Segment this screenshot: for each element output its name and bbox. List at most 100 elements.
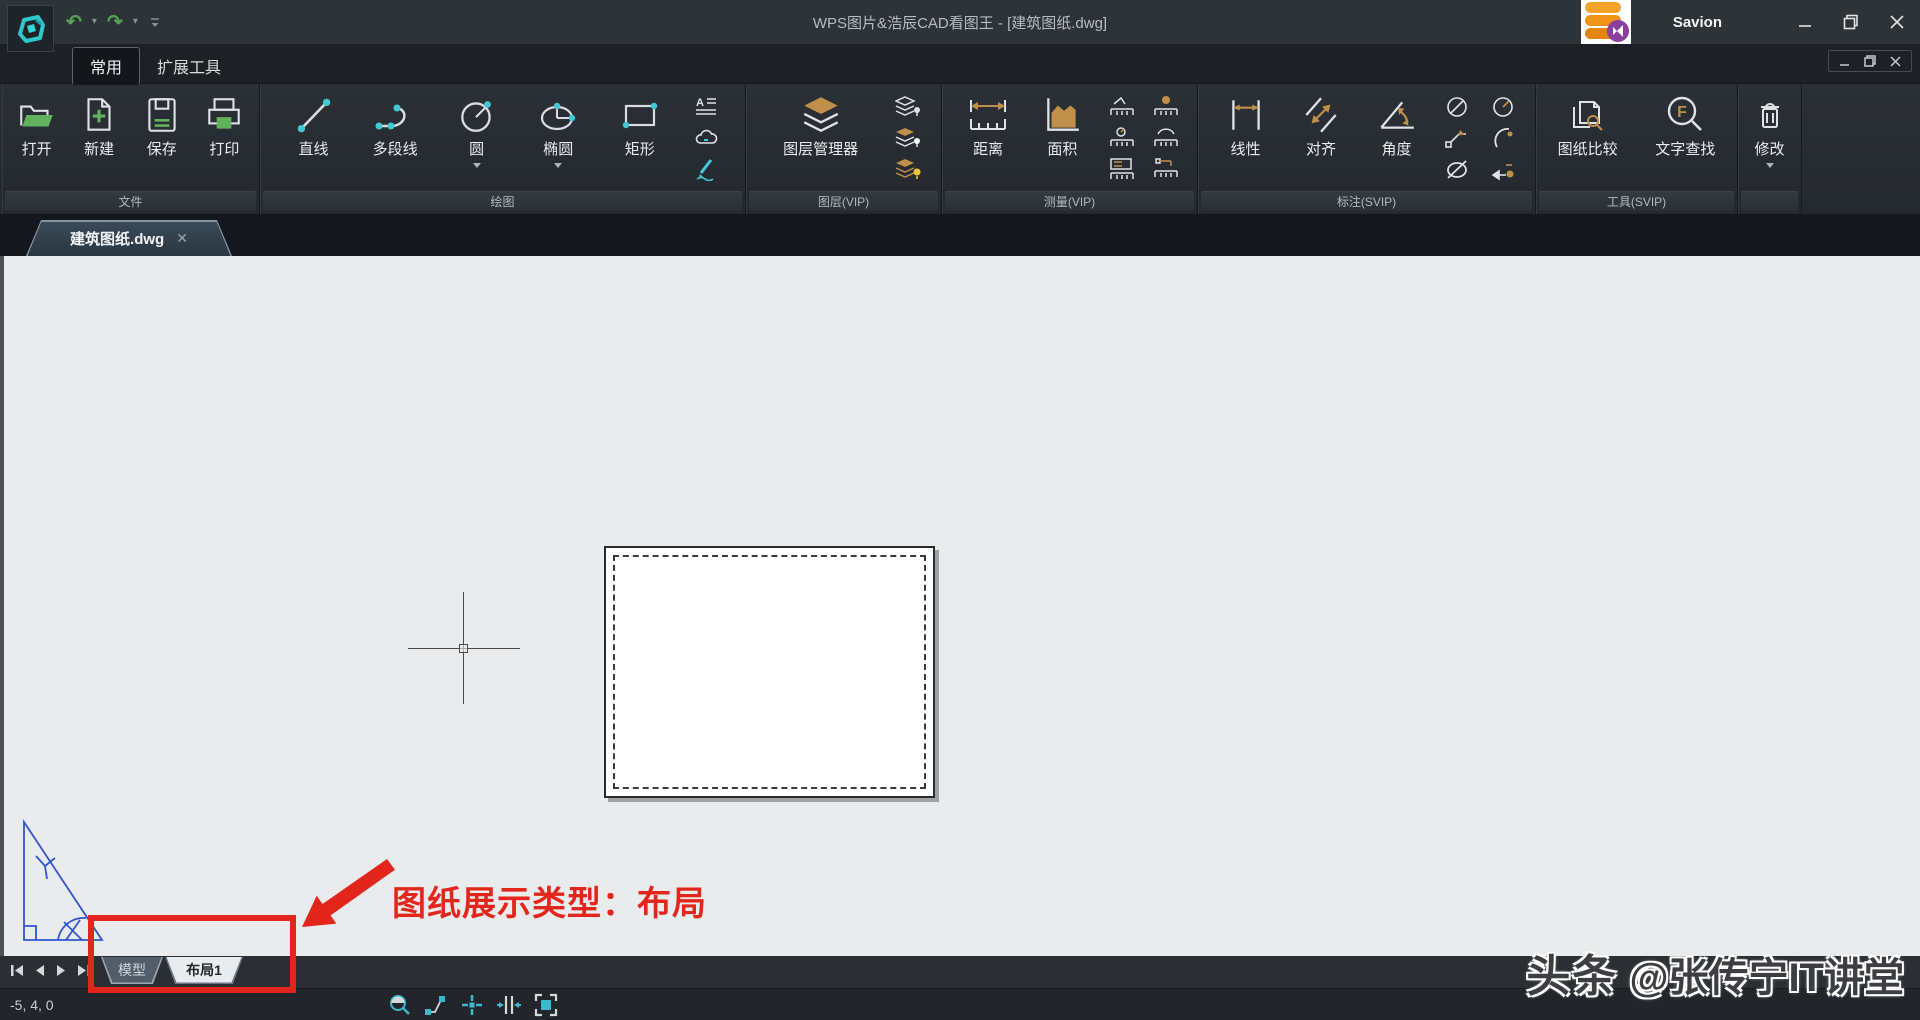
print-icon	[203, 90, 245, 140]
angle-measure-icon[interactable]	[1109, 94, 1135, 120]
text-annotation-icon[interactable]: A	[693, 94, 719, 120]
circle-icon	[456, 90, 498, 140]
distance-button[interactable]: 距离	[960, 90, 1016, 160]
ellipse-button[interactable]: 椭圆	[530, 90, 586, 172]
ribbon-group-measure: 距离 面积	[942, 84, 1198, 214]
ribbon-tab-row: 常用 扩展工具	[0, 44, 1920, 84]
svg-text:A: A	[696, 97, 704, 109]
circle-dropdown-icon[interactable]	[473, 163, 481, 172]
restore-button[interactable]	[1828, 0, 1874, 44]
group-label-tools: 工具(SVIP)	[1539, 191, 1734, 211]
next-sheet-icon[interactable]	[55, 964, 67, 977]
watermark-handle: @张传宁IT讲堂	[1629, 956, 1904, 1000]
area-measure-icon	[1041, 90, 1083, 140]
redo-dropdown-icon[interactable]: ▾	[133, 17, 138, 27]
printable-area-dashed-border	[613, 555, 926, 789]
radius-arrow-icon[interactable]	[1490, 156, 1516, 182]
modify-button[interactable]: 修改	[1742, 90, 1798, 172]
first-sheet-icon[interactable]	[10, 964, 25, 977]
crosshair-center-icon[interactable]	[460, 993, 484, 1017]
doc-minimize-icon[interactable]	[1839, 56, 1850, 67]
node-measure-icon[interactable]	[1153, 156, 1179, 182]
angle-dim-button[interactable]: 角度	[1369, 90, 1425, 160]
ribbon-tab-extended-tools[interactable]: 扩展工具	[140, 48, 238, 84]
polyline-icon	[373, 90, 417, 140]
zoom-tool-icon[interactable]	[388, 993, 412, 1017]
group-label-layer: 图层(VIP)	[749, 191, 938, 211]
customize-toolbar-icon[interactable]	[148, 15, 162, 29]
app-logo[interactable]	[7, 5, 54, 52]
zoom-extents-icon[interactable]	[534, 993, 558, 1017]
snap-align-icon[interactable]	[496, 993, 522, 1017]
doc-restore-icon[interactable]	[1864, 55, 1876, 67]
new-file-icon	[78, 90, 120, 140]
radius-measure-icon[interactable]	[1109, 125, 1135, 151]
drawing-compare-icon	[1566, 90, 1610, 140]
minimize-button[interactable]	[1782, 0, 1828, 44]
document-tab-close-icon[interactable]: ✕	[176, 230, 188, 247]
diameter-symbol-icon[interactable]	[1444, 156, 1470, 182]
radius-circle-icon[interactable]	[1490, 94, 1516, 120]
crosshair-pickbox	[459, 644, 468, 653]
previous-sheet-icon[interactable]	[34, 964, 46, 977]
group-label-dimension: 标注(SVIP)	[1201, 191, 1532, 211]
freehand-pen-icon[interactable]	[693, 156, 719, 182]
circle-button[interactable]: 圆	[449, 90, 505, 172]
layer-off-icon[interactable]	[895, 125, 921, 151]
arc-dim-icon[interactable]	[1490, 125, 1516, 151]
ribbon-group-tools: 图纸比较 F 文字查找 工具(SVIP)	[1536, 84, 1738, 214]
area-button[interactable]: 面积	[1034, 90, 1090, 160]
rectangle-button[interactable]: 矩形	[612, 90, 668, 160]
leader-dim-icon[interactable]	[1444, 125, 1470, 151]
ribbon-group-layer: 图层管理器	[746, 84, 942, 214]
watermark-brand: 头条	[1526, 952, 1618, 1001]
polyline-node-icon[interactable]	[424, 993, 448, 1017]
document-tab[interactable]: 建筑图纸.dwg ✕	[26, 220, 232, 256]
polyline-button[interactable]: 多段线	[367, 90, 423, 160]
rectangle-icon	[618, 90, 662, 140]
ribbon-group-file: 打开 新建	[2, 84, 260, 214]
ellipse-icon	[536, 90, 580, 140]
tab-model-label: 模型	[103, 957, 162, 983]
open-button[interactable]: 打开	[9, 90, 65, 160]
drawing-canvas[interactable]: 图纸展示类型：布局	[0, 256, 1920, 956]
line-icon	[293, 90, 335, 140]
group-label-modify	[1741, 191, 1798, 211]
modify-dropdown-icon[interactable]	[1766, 163, 1774, 172]
aligned-dim-button[interactable]: 对齐	[1293, 90, 1349, 160]
tab-model[interactable]: 模型	[101, 957, 163, 984]
measure-extra-col-1	[1109, 94, 1135, 182]
user-avatar[interactable]	[1581, 0, 1631, 44]
group-label-measure: 测量(VIP)	[945, 191, 1194, 211]
account-name[interactable]: Savion	[1673, 14, 1722, 31]
linear-dim-button[interactable]: 线性	[1218, 90, 1274, 160]
doc-close-icon[interactable]	[1890, 56, 1901, 67]
drawing-compare-button[interactable]: 图纸比较	[1542, 90, 1634, 160]
last-sheet-icon[interactable]	[76, 964, 91, 977]
ribbon-spacer	[1802, 84, 1918, 214]
annotation-callout-text: 图纸展示类型：布局	[392, 876, 707, 925]
ellipse-dropdown-icon[interactable]	[554, 163, 562, 172]
close-button[interactable]	[1874, 0, 1920, 44]
open-folder-icon	[16, 90, 58, 140]
new-button[interactable]: 新建	[71, 90, 127, 160]
line-button[interactable]: 直线	[286, 90, 342, 160]
redo-button[interactable]: ↷	[107, 13, 123, 32]
diameter-circle-icon[interactable]	[1444, 94, 1470, 120]
print-button[interactable]: 打印	[196, 90, 252, 160]
ribbon-tab-common[interactable]: 常用	[72, 47, 140, 85]
undo-button[interactable]: ↶	[66, 13, 82, 32]
layer-manager-button[interactable]: 图层管理器	[766, 90, 876, 160]
text-find-button[interactable]: F 文字查找	[1639, 90, 1731, 160]
measure-extra-col-2	[1153, 94, 1179, 182]
point-measure-icon[interactable]	[1153, 94, 1179, 120]
cloud-markup-icon[interactable]	[693, 125, 719, 151]
arc-measure-icon[interactable]	[1153, 125, 1179, 151]
save-button[interactable]: 保存	[134, 90, 190, 160]
layer-isolate-icon[interactable]	[895, 94, 921, 120]
undo-dropdown-icon[interactable]: ▾	[92, 17, 97, 27]
tab-layout1[interactable]: 布局1	[165, 957, 243, 984]
layer-on-icon[interactable]	[895, 156, 921, 182]
cursor-coordinates: -5, 4, 0	[10, 997, 54, 1013]
list-measure-icon[interactable]	[1109, 156, 1135, 182]
